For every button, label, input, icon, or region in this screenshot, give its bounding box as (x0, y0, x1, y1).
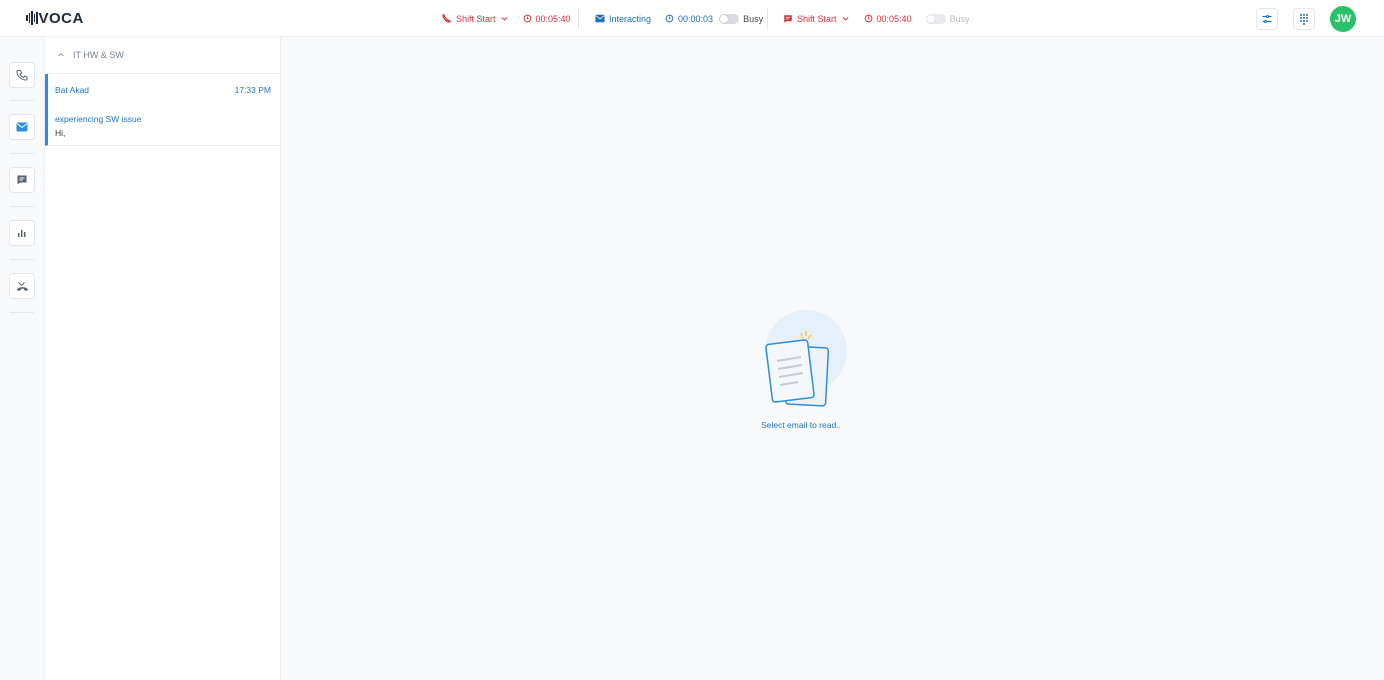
user-avatar[interactable]: JW (1330, 6, 1356, 32)
email-subject: experiencing SW issue (55, 114, 142, 124)
chat-timer-value: 00:05:40 (876, 13, 912, 24)
email-busy-toggle[interactable]: Busy (719, 13, 764, 24)
settings-sliders-button[interactable] (1256, 8, 1278, 30)
bar-chart-icon (18, 230, 26, 237)
clock-icon (665, 14, 674, 23)
logo-waveform-icon (26, 11, 38, 25)
sidebar-item-chat[interactable] (9, 167, 35, 193)
email-state: Interacting (595, 14, 651, 24)
chat-icon (784, 14, 792, 23)
email-time: 17:33 PM (234, 85, 271, 95)
list-item[interactable]: Bat Akad 17:33 PM experiencing SW issue … (45, 74, 280, 146)
sidebar-item-reports[interactable] (9, 220, 35, 246)
divider (10, 312, 34, 313)
email-timer: 00:00:03 (665, 14, 713, 24)
divider (578, 9, 579, 29)
clock-icon (523, 14, 531, 23)
voice-timer-value: 00:05:40 (535, 13, 571, 24)
sidebar-item-missed[interactable] (9, 273, 35, 299)
chat-icon (17, 175, 27, 185)
logo-text: VOCA (38, 9, 84, 27)
chat-busy-toggle[interactable]: Busy (925, 13, 970, 24)
email-group-header[interactable]: IT HW & SW (45, 37, 280, 74)
chat-timer: 00:05:40 (864, 14, 912, 24)
voice-state-dropdown[interactable]: Shift Start (441, 13, 509, 24)
chevron-down-icon (842, 17, 848, 21)
chevron-down-icon (501, 17, 507, 21)
mail-icon (16, 122, 28, 132)
chat-state-dropdown[interactable]: Shift Start (783, 14, 850, 24)
sliders-icon (1262, 15, 1272, 23)
voice-timer: 00:05:40 (523, 14, 571, 24)
divider (767, 9, 768, 29)
email-status-group: Interacting 00:00:03 Busy (595, 0, 763, 37)
empty-state-message: Select email to read.. (761, 420, 841, 430)
busy-switch[interactable] (925, 13, 946, 24)
chat-status-group: Shift Start 00:05:40 Busy (783, 0, 970, 37)
email-timer-value: 00:00:03 (678, 13, 714, 24)
clock-icon (864, 14, 872, 23)
sidebar-item-email[interactable] (9, 114, 35, 140)
phone-off-icon (442, 14, 451, 23)
dialpad-button[interactable] (1293, 8, 1315, 30)
dialpad-icon (1300, 14, 1308, 25)
left-sidebar (0, 37, 45, 680)
email-list-pane: IT HW & SW Bat Akad 17:33 PM experiencin… (45, 37, 281, 680)
divider (10, 206, 34, 207)
email-state-label: Interacting (609, 13, 652, 24)
missed-call-icon (16, 282, 28, 292)
app-logo: VOCA (26, 9, 84, 27)
email-preview: Hi, (55, 128, 66, 138)
voice-status-group: Shift Start 00:05:40 (441, 0, 571, 37)
divider (10, 259, 34, 260)
email-reader-pane: Select email to read.. (281, 37, 1384, 680)
sidebar-item-phone[interactable] (9, 62, 35, 88)
chat-busy-label: Busy (949, 13, 970, 24)
divider (10, 100, 34, 101)
top-bar: VOCA Shift Start 00:05:40 Interacting 00… (0, 0, 1384, 37)
busy-switch[interactable] (719, 13, 740, 24)
voice-state-label: Shift Start (456, 13, 496, 24)
empty-documents-illustration (765, 310, 847, 407)
divider (10, 153, 34, 154)
phone-icon (16, 70, 28, 81)
email-group-title: IT HW & SW (73, 50, 124, 60)
chevron-up-icon (58, 53, 64, 57)
email-sender: Bat Akad (55, 85, 90, 95)
mail-icon (595, 14, 605, 23)
chat-state-label: Shift Start (797, 13, 837, 24)
email-busy-label: Busy (743, 13, 764, 24)
